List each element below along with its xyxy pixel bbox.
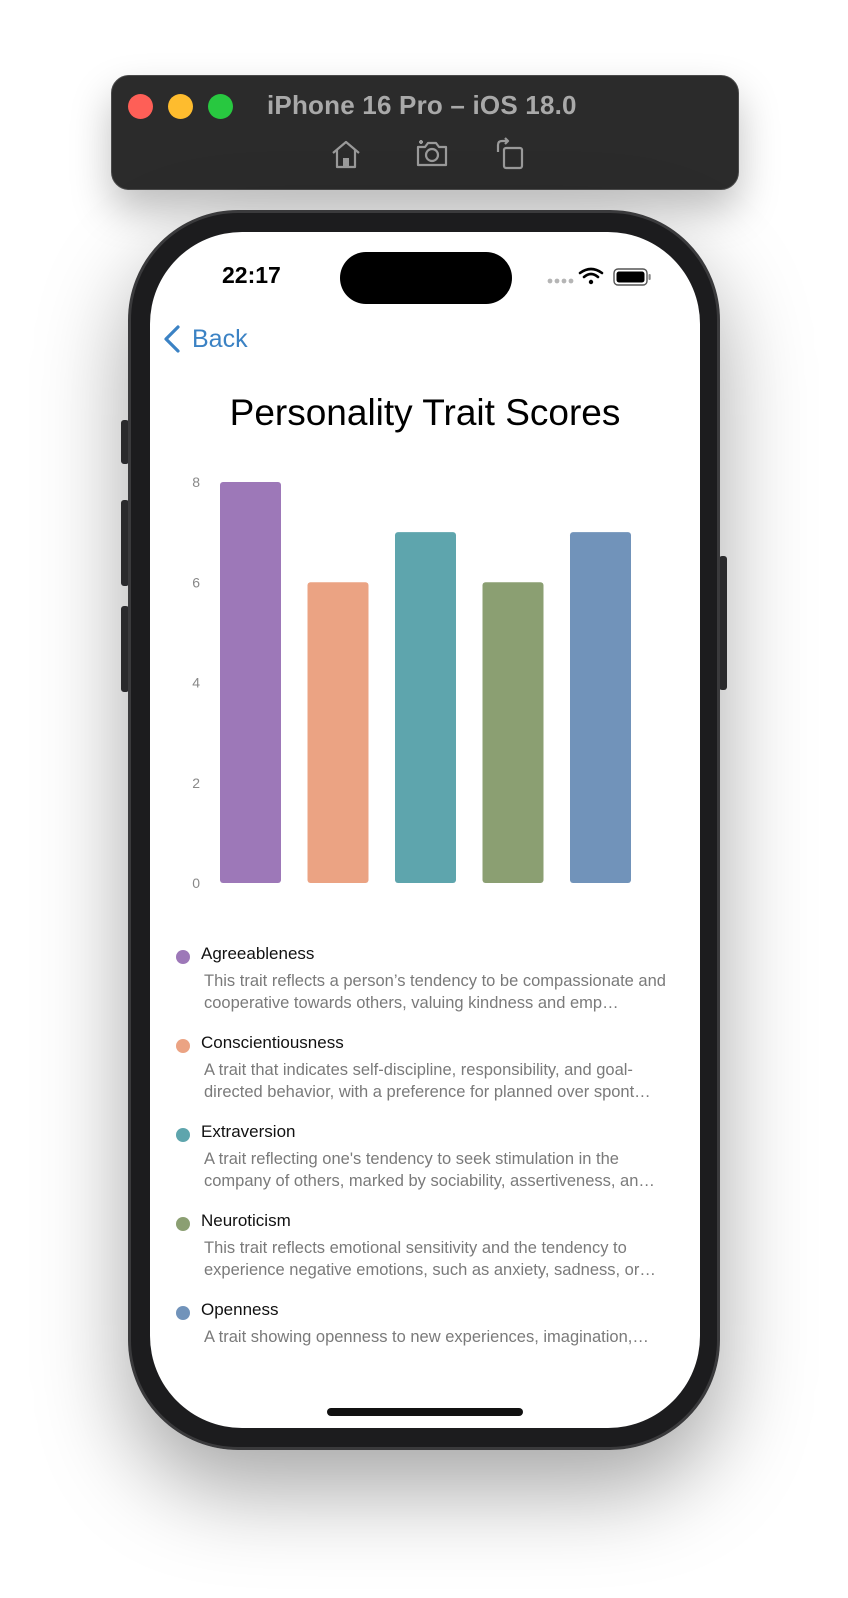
legend-dot (176, 1039, 190, 1053)
y-tick-label: 0 (192, 875, 200, 891)
minimize-window-button[interactable] (168, 94, 193, 119)
dynamic-island (340, 252, 512, 304)
battery-icon (613, 268, 651, 286)
legend-trait-name: Extraversion (201, 1122, 296, 1141)
legend-item: Agreeableness This trait reflects a perso… (176, 944, 676, 1033)
bar-conscientiousness (307, 582, 369, 883)
home-indicator[interactable] (327, 1408, 523, 1416)
y-tick-label: 2 (192, 775, 200, 791)
legend-item: Openness A trait showing openness to new … (176, 1300, 676, 1389)
legend-trait-description: A trait reflecting one's tendency to see… (204, 1150, 655, 1190)
status-icons (546, 266, 652, 288)
rotate-icon[interactable] (492, 136, 528, 172)
y-tick-label: 6 (192, 574, 200, 590)
legend-item: Neuroticism This trait reflects emotional… (176, 1211, 676, 1300)
zoom-window-button[interactable] (208, 94, 233, 119)
window-title: iPhone 16 Pro – iOS 18.0 (267, 90, 577, 120)
legend-dot (176, 950, 190, 964)
legend-trait-description: A trait showing openness to new experien… (204, 1328, 649, 1346)
legend-dot (176, 1306, 190, 1320)
legend-trait-description: This trait reflects a person’s tendency … (204, 972, 666, 1012)
bar-extraversion (395, 532, 456, 883)
bar-openness (570, 532, 631, 883)
chevron-left-icon (164, 325, 180, 353)
legend-dot (176, 1128, 190, 1142)
status-time: 22:17 (222, 262, 281, 288)
legend-trait-name: Neuroticism (201, 1211, 291, 1230)
cellular-icon (547, 278, 574, 284)
legend-trait-name: Conscientiousness (201, 1033, 344, 1052)
home-icon[interactable] (328, 136, 364, 172)
legend-item: Extraversion A trait reflecting one's ten… (176, 1122, 676, 1211)
legend-dot (176, 1217, 190, 1231)
bar-agreeableness (220, 482, 281, 883)
power-button[interactable] (719, 556, 727, 690)
back-label: Back (192, 324, 248, 353)
wifi-icon (578, 267, 604, 285)
legend-trait-description: A trait that indicates self-discipline, … (204, 1061, 651, 1101)
legend-item: Conscientiousness A trait that indicates … (176, 1033, 676, 1122)
back-button[interactable]: Back (162, 324, 248, 354)
phone-screen: 22:17 Back Personality Trait Scores 0 2 … (150, 232, 700, 1428)
trait-bar-chart: 0 2 4 6 8 (192, 474, 631, 891)
y-tick-label: 8 (192, 474, 200, 490)
bar-neuroticism (482, 582, 544, 883)
screenshot-icon[interactable] (414, 136, 450, 172)
page-title: Personality Trait Scores (229, 392, 621, 433)
y-tick-label: 4 (192, 675, 200, 691)
legend-trait-name: Openness (201, 1300, 279, 1319)
legend-trait-name: Agreeableness (201, 944, 315, 963)
close-window-button[interactable] (128, 94, 153, 119)
simulator-title-bar: iPhone 16 Pro – iOS 18.0 (111, 75, 739, 190)
trait-legend: Agreeableness This trait reflects a perso… (176, 944, 676, 1389)
legend-trait-description: This trait reflects emotional sensitivit… (204, 1239, 656, 1279)
